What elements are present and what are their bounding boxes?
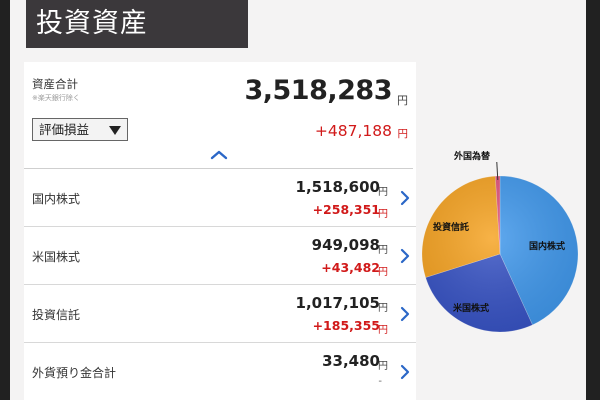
total-gain-unit: 円 <box>397 128 409 140</box>
page-title: 投資資産 <box>36 8 148 39</box>
asset-allocation-pie-chart: 国内株式 米国株式 投資信託 外国為替 <box>414 146 586 346</box>
valuation-dropdown-button[interactable]: 評価損益 <box>32 118 128 141</box>
dropdown-triangle-icon <box>109 126 121 135</box>
pie-label-investment-trusts: 投資信託 <box>433 221 469 233</box>
asset-row-gain-unit: 円 <box>378 209 388 220</box>
asset-row-domestic-stocks[interactable]: 国内株式 1,518,600 円 +258,351 円 <box>24 169 416 227</box>
asset-row-unit: 円 <box>378 361 388 372</box>
pie-label-fx: 外国為替 <box>453 150 491 162</box>
asset-row-label: 国内株式 <box>32 192 81 206</box>
asset-row-us-stocks[interactable]: 米国株式 949,098 円 +43,482 円 <box>24 227 416 285</box>
total-gain-value: +487,188 <box>314 122 392 140</box>
asset-row-label: 米国株式 <box>32 250 81 264</box>
asset-row-gain: +258,351 <box>312 202 380 217</box>
pie-label-domestic-stocks: 国内株式 <box>529 240 565 252</box>
asset-row-investment-trusts[interactable]: 投資信託 1,017,105 円 +185,355 円 <box>24 285 416 343</box>
chevron-right-icon[interactable] <box>400 364 410 380</box>
chevron-right-icon[interactable] <box>400 248 410 264</box>
pie-shade <box>422 176 578 332</box>
pie-chart-svg: 国内株式 米国株式 投資信託 外国為替 <box>421 150 579 333</box>
asset-row-label: 外貨預り金合計 <box>32 366 117 380</box>
asset-row-value: 949,098 <box>311 236 380 254</box>
total-assets-unit: 円 <box>397 94 408 107</box>
valuation-dropdown-label: 評価損益 <box>39 122 90 137</box>
asset-row-label: 投資信託 <box>32 308 81 322</box>
asset-row-gain: +43,482 <box>321 260 380 275</box>
asset-row-gain-unit: 円 <box>378 267 388 278</box>
asset-row-value: 1,518,600 <box>295 178 380 196</box>
asset-row-value: 33,480 <box>322 352 380 370</box>
asset-row-foreign-currency-deposits[interactable]: 外貨預り金合計 33,480 円 - <box>24 343 416 400</box>
total-assets-value: 3,518,283 <box>244 75 392 106</box>
total-assets-label: 資産合計 <box>32 77 78 91</box>
total-assets-note: ※楽天銀行除く <box>32 94 80 102</box>
asset-row-gain: - <box>378 376 382 387</box>
asset-row-unit: 円 <box>378 303 388 314</box>
chevron-right-icon[interactable] <box>400 190 410 206</box>
pie-label-us-stocks: 米国株式 <box>452 302 489 314</box>
asset-summary-panel: 資産合計 ※楽天銀行除く 3,518,283 円 評価損益 +487,188 円… <box>24 62 416 400</box>
asset-row-unit: 円 <box>378 245 388 256</box>
chevron-up-icon[interactable] <box>210 150 228 160</box>
section-header: 投資資産 <box>26 0 248 48</box>
asset-row-value: 1,017,105 <box>295 294 380 312</box>
asset-row-gain-unit: 円 <box>378 325 388 336</box>
left-edge <box>0 0 10 400</box>
asset-row-gain: +185,355 <box>312 318 380 333</box>
chevron-right-icon[interactable] <box>400 306 410 322</box>
asset-row-unit: 円 <box>378 187 388 198</box>
right-edge <box>586 0 600 400</box>
